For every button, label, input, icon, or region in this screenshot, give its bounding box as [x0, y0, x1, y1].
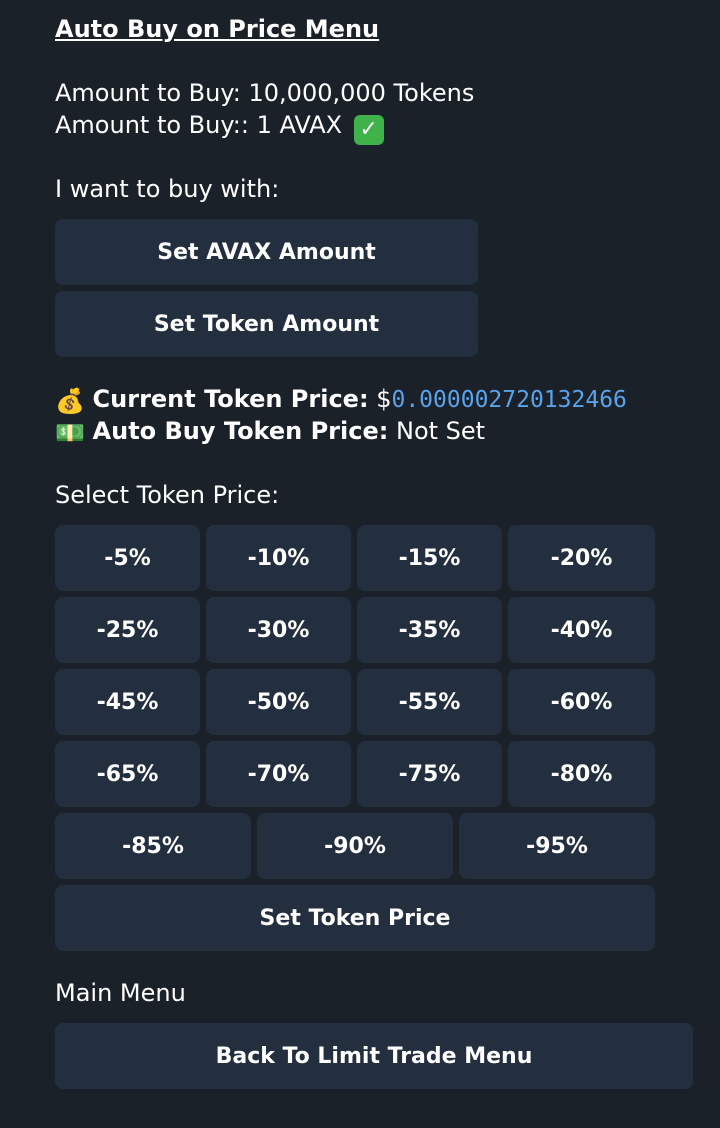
buy-with-text: I want to buy with:	[55, 175, 280, 203]
pct-button-20[interactable]: -20%	[508, 525, 655, 591]
pct-button-70[interactable]: -70%	[206, 741, 351, 807]
pct-button-50[interactable]: -50%	[206, 669, 351, 735]
pct-button-55[interactable]: -55%	[357, 669, 502, 735]
current-price-value[interactable]: 0.000002720132466	[391, 387, 626, 413]
amount-tokens-text: Amount to Buy: 10,000,000 Tokens	[55, 79, 475, 107]
pct-button-40[interactable]: -40%	[508, 597, 655, 663]
pct-button-80[interactable]: -80%	[508, 741, 655, 807]
pct-button-60[interactable]: -60%	[508, 669, 655, 735]
money-bag-icon: 💰	[55, 387, 85, 415]
pct-button-75[interactable]: -75%	[357, 741, 502, 807]
pct-button-30[interactable]: -30%	[206, 597, 351, 663]
pct-button-90[interactable]: -90%	[257, 813, 453, 879]
back-to-limit-trade-menu-button[interactable]: Back To Limit Trade Menu	[55, 1023, 693, 1089]
auto-price-label: Auto Buy Token Price:	[92, 417, 389, 445]
amount-avax-line: Amount to Buy:: 1 AVAX ✓	[55, 109, 384, 145]
pct-button-15[interactable]: -15%	[357, 525, 502, 591]
set-avax-amount-button[interactable]: Set AVAX Amount	[55, 219, 478, 285]
dollar-banknote-icon: 💵	[55, 419, 85, 447]
amount-avax-text: Amount to Buy:: 1 AVAX	[55, 111, 343, 139]
set-token-price-button[interactable]: Set Token Price	[55, 885, 655, 951]
menu-title: Auto Buy on Price Menu	[55, 15, 380, 43]
pct-button-10[interactable]: -10%	[206, 525, 351, 591]
current-price-line: 💰 Current Token Price: $0.00000272013246…	[55, 383, 627, 416]
set-token-amount-button[interactable]: Set Token Amount	[55, 291, 478, 357]
pct-button-5[interactable]: -5%	[55, 525, 200, 591]
pct-button-65[interactable]: -65%	[55, 741, 200, 807]
auto-price-value: Not Set	[396, 417, 486, 445]
currency-symbol: $	[376, 385, 392, 413]
pct-button-85[interactable]: -85%	[55, 813, 251, 879]
auto-price-line: 💵 Auto Buy Token Price: Not Set	[55, 415, 485, 447]
main-menu-text: Main Menu	[55, 979, 186, 1007]
pct-button-45[interactable]: -45%	[55, 669, 200, 735]
pct-button-95[interactable]: -95%	[459, 813, 655, 879]
pct-button-35[interactable]: -35%	[357, 597, 502, 663]
current-price-label: Current Token Price:	[92, 385, 369, 413]
select-price-text: Select Token Price:	[55, 481, 280, 509]
check-mark-icon: ✓	[353, 115, 384, 145]
pct-button-25[interactable]: -25%	[55, 597, 200, 663]
